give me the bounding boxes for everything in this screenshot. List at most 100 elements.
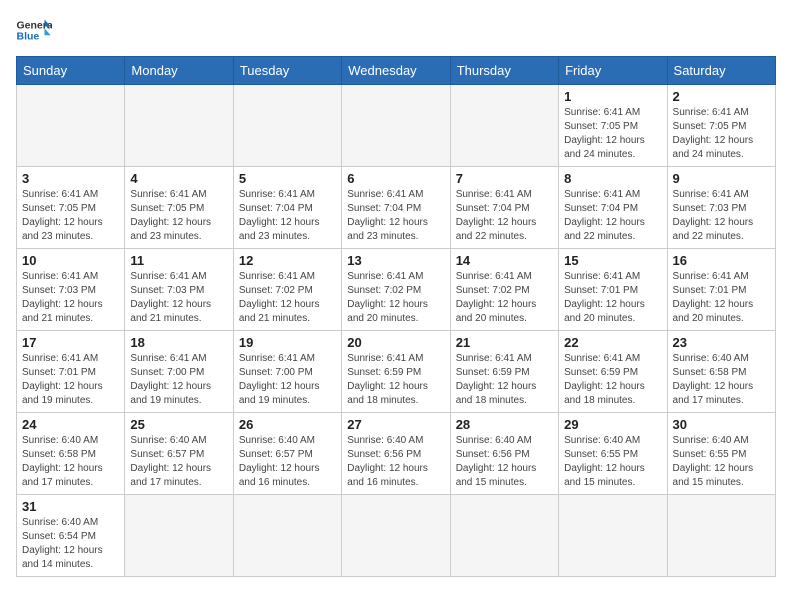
day-sun-info: Sunrise: 6:40 AMSunset: 6:58 PMDaylight:… <box>22 434 119 490</box>
calendar-cell <box>125 495 233 577</box>
day-number: 7 <box>456 171 553 186</box>
day-number: 12 <box>239 253 336 268</box>
day-number: 27 <box>347 417 444 432</box>
day-number: 15 <box>564 253 661 268</box>
day-sun-info: Sunrise: 6:40 AMSunset: 6:55 PMDaylight:… <box>673 434 770 490</box>
calendar-cell: 29 Sunrise: 6:40 AMSunset: 6:55 PMDayligh… <box>559 413 667 495</box>
day-sun-info: Sunrise: 6:41 AMSunset: 7:04 PMDaylight:… <box>347 188 444 244</box>
day-sun-info: Sunrise: 6:41 AMSunset: 7:00 PMDaylight:… <box>239 352 336 408</box>
calendar-week-row: 24 Sunrise: 6:40 AMSunset: 6:58 PMDayligh… <box>17 413 776 495</box>
svg-text:Blue: Blue <box>17 31 40 43</box>
weekday-header-thursday: Thursday <box>450 57 558 85</box>
day-number: 14 <box>456 253 553 268</box>
weekday-header-row: SundayMondayTuesdayWednesdayThursdayFrid… <box>17 57 776 85</box>
calendar-cell: 1Sunrise: 6:41 AMSunset: 7:05 PMDaylight… <box>559 85 667 167</box>
calendar-week-row: 3 Sunrise: 6:41 AMSunset: 7:05 PMDaylight… <box>17 167 776 249</box>
day-sun-info: Sunrise: 6:41 AMSunset: 7:05 PMDaylight:… <box>130 188 227 244</box>
day-number: 21 <box>456 335 553 350</box>
calendar-cell: 15 Sunrise: 6:41 AMSunset: 7:01 PMDayligh… <box>559 249 667 331</box>
calendar-cell: 13Sunrise: 6:41 AMSunset: 7:02 PMDayligh… <box>342 249 450 331</box>
day-sun-info: Sunrise: 6:41 AMSunset: 7:03 PMDaylight:… <box>673 188 770 244</box>
day-sun-info: Sunrise: 6:40 AMSunset: 6:58 PMDaylight:… <box>673 352 770 408</box>
day-number: 2 <box>673 89 770 104</box>
calendar-cell: 17Sunrise: 6:41 AMSunset: 7:01 PMDayligh… <box>17 331 125 413</box>
calendar-cell <box>17 85 125 167</box>
calendar-cell: 28 Sunrise: 6:40 AMSunset: 6:56 PMDayligh… <box>450 413 558 495</box>
calendar-cell: 12Sunrise: 6:41 AMSunset: 7:02 PMDayligh… <box>233 249 341 331</box>
day-sun-info: Sunrise: 6:40 AMSunset: 6:55 PMDaylight:… <box>564 434 661 490</box>
day-sun-info: Sunrise: 6:40 AMSunset: 6:57 PMDaylight:… <box>239 434 336 490</box>
day-number: 30 <box>673 417 770 432</box>
calendar-cell <box>667 495 775 577</box>
weekday-header-tuesday: Tuesday <box>233 57 341 85</box>
day-sun-info: Sunrise: 6:41 AMSunset: 7:04 PMDaylight:… <box>239 188 336 244</box>
calendar-cell: 30 Sunrise: 6:40 AMSunset: 6:55 PMDayligh… <box>667 413 775 495</box>
calendar-week-row: 1Sunrise: 6:41 AMSunset: 7:05 PMDaylight… <box>17 85 776 167</box>
day-number: 4 <box>130 171 227 186</box>
day-number: 10 <box>22 253 119 268</box>
calendar-week-row: 17Sunrise: 6:41 AMSunset: 7:01 PMDayligh… <box>17 331 776 413</box>
day-sun-info: Sunrise: 6:41 AMSunset: 6:59 PMDaylight:… <box>456 352 553 408</box>
day-number: 29 <box>564 417 661 432</box>
day-sun-info: Sunrise: 6:40 AMSunset: 6:57 PMDaylight:… <box>130 434 227 490</box>
calendar-cell <box>342 85 450 167</box>
calendar-week-row: 31 Sunrise: 6:40 AMSunset: 6:54 PMDayligh… <box>17 495 776 577</box>
day-number: 28 <box>456 417 553 432</box>
day-number: 9 <box>673 171 770 186</box>
day-sun-info: Sunrise: 6:41 AMSunset: 7:02 PMDaylight:… <box>456 270 553 326</box>
day-number: 25 <box>130 417 227 432</box>
day-number: 19 <box>239 335 336 350</box>
calendar-cell: 6Sunrise: 6:41 AMSunset: 7:04 PMDaylight… <box>342 167 450 249</box>
day-sun-info: Sunrise: 6:40 AMSunset: 6:54 PMDaylight:… <box>22 516 119 572</box>
day-sun-info: Sunrise: 6:41 AMSunset: 7:03 PMDaylight:… <box>130 270 227 326</box>
calendar-cell: 16 Sunrise: 6:41 AMSunset: 7:01 PMDayligh… <box>667 249 775 331</box>
calendar-cell: 10Sunrise: 6:41 AMSunset: 7:03 PMDayligh… <box>17 249 125 331</box>
weekday-header-wednesday: Wednesday <box>342 57 450 85</box>
calendar-cell <box>233 85 341 167</box>
calendar-cell: 27 Sunrise: 6:40 AMSunset: 6:56 PMDayligh… <box>342 413 450 495</box>
calendar-cell: 11 Sunrise: 6:41 AMSunset: 7:03 PMDayligh… <box>125 249 233 331</box>
day-number: 20 <box>347 335 444 350</box>
day-number: 22 <box>564 335 661 350</box>
day-sun-info: Sunrise: 6:41 AMSunset: 7:00 PMDaylight:… <box>130 352 227 408</box>
day-sun-info: Sunrise: 6:41 AMSunset: 7:04 PMDaylight:… <box>564 188 661 244</box>
calendar-cell <box>450 85 558 167</box>
day-sun-info: Sunrise: 6:41 AMSunset: 7:05 PMDaylight:… <box>22 188 119 244</box>
weekday-header-friday: Friday <box>559 57 667 85</box>
calendar-cell: 9 Sunrise: 6:41 AMSunset: 7:03 PMDaylight… <box>667 167 775 249</box>
day-number: 24 <box>22 417 119 432</box>
day-number: 1 <box>564 89 661 104</box>
day-number: 31 <box>22 499 119 514</box>
day-sun-info: Sunrise: 6:40 AMSunset: 6:56 PMDaylight:… <box>347 434 444 490</box>
page-header: GeneralBlue <box>16 16 776 44</box>
day-number: 16 <box>673 253 770 268</box>
weekday-header-monday: Monday <box>125 57 233 85</box>
day-number: 3 <box>22 171 119 186</box>
logo: GeneralBlue <box>16 16 52 44</box>
calendar-week-row: 10 Sunrise: 6:41 AMSunset: 7:03 PMDayligh… <box>17 249 776 331</box>
calendar-cell: 5 Sunrise: 6:41 AMSunset: 7:04 PMDaylight… <box>233 167 341 249</box>
calendar-cell: 14 Sunrise: 6:41 AMSunset: 7:02 PMDayligh… <box>450 249 558 331</box>
weekday-header-saturday: Saturday <box>667 57 775 85</box>
calendar-cell: 8Sunrise: 6:41 AMSunset: 7:04 PMDaylight… <box>559 167 667 249</box>
calendar-cell: 4 Sunrise: 6:41 AMSunset: 7:05 PMDaylight… <box>125 167 233 249</box>
calendar-cell: 19 Sunrise: 6:41 AMSunset: 7:00 PMDayligh… <box>233 331 341 413</box>
calendar-cell: 31 Sunrise: 6:40 AMSunset: 6:54 PMDayligh… <box>17 495 125 577</box>
calendar-cell <box>450 495 558 577</box>
calendar-cell: 21 Sunrise: 6:41 AMSunset: 6:59 PMDayligh… <box>450 331 558 413</box>
day-sun-info: Sunrise: 6:41 AMSunset: 7:01 PMDaylight:… <box>564 270 661 326</box>
calendar-cell <box>125 85 233 167</box>
day-sun-info: Sunrise: 6:41 AMSunset: 6:59 PMDaylight:… <box>564 352 661 408</box>
weekday-header-sunday: Sunday <box>17 57 125 85</box>
day-sun-info: Sunrise: 6:41 AMSunset: 7:04 PMDaylight:… <box>456 188 553 244</box>
day-number: 5 <box>239 171 336 186</box>
calendar-cell <box>233 495 341 577</box>
day-number: 26 <box>239 417 336 432</box>
calendar-cell: 25 Sunrise: 6:40 AMSunset: 6:57 PMDayligh… <box>125 413 233 495</box>
day-sun-info: Sunrise: 6:40 AMSunset: 6:56 PMDaylight:… <box>456 434 553 490</box>
calendar-cell: 2Sunrise: 6:41 AMSunset: 7:05 PMDaylight… <box>667 85 775 167</box>
day-number: 11 <box>130 253 227 268</box>
day-sun-info: Sunrise: 6:41 AMSunset: 7:01 PMDaylight:… <box>673 270 770 326</box>
calendar-cell: 20Sunrise: 6:41 AMSunset: 6:59 PMDayligh… <box>342 331 450 413</box>
day-number: 13 <box>347 253 444 268</box>
